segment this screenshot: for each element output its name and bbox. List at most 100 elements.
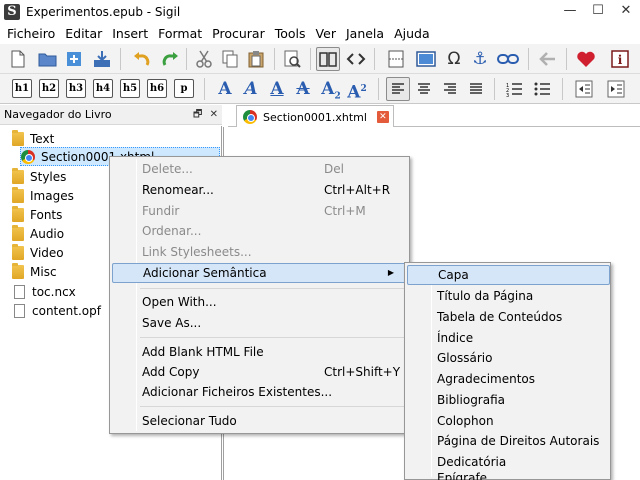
menu-add-semantics[interactable]: Adicionar Semântica ▶	[112, 263, 409, 283]
semantic-cover[interactable]: Capa	[407, 265, 610, 285]
tree-item-video[interactable]: Video	[12, 243, 64, 262]
save-download-icon[interactable]	[90, 47, 114, 71]
heading-h6-button[interactable]: h6	[147, 79, 167, 98]
menu-item-label: Link Stylesheets...	[142, 245, 252, 259]
menu-editar[interactable]: Editar	[60, 24, 107, 44]
omega-special-char-icon[interactable]: Ω	[442, 47, 466, 71]
editor-tab-bar: Section0001.xhtml ✕	[228, 105, 640, 128]
subscript-letter: A	[321, 79, 335, 99]
menu-procurar[interactable]: Procurar	[207, 24, 270, 44]
tree-item-toc[interactable]: toc.ncx	[14, 282, 76, 301]
back-arrow-icon[interactable]	[536, 47, 560, 71]
tree-item-text[interactable]: Text	[12, 129, 54, 148]
tree-item-content-opf[interactable]: content.opf	[14, 301, 101, 320]
redo-icon[interactable]	[158, 47, 182, 71]
menu-select-all[interactable]: Selecionar Tudo	[112, 411, 409, 431]
semantic-acknowledgements[interactable]: Agradecimentos	[407, 369, 610, 389]
new-file-icon[interactable]	[6, 47, 30, 71]
menu-format[interactable]: Format	[153, 24, 207, 44]
maximize-button[interactable]: ☐	[584, 0, 612, 24]
numbered-list-icon[interactable]: 123	[502, 77, 526, 101]
tree-item-styles[interactable]: Styles	[12, 167, 66, 186]
semantic-epigraph[interactable]: Epígrafe	[407, 471, 610, 480]
tab-section0001[interactable]: Section0001.xhtml ✕	[236, 105, 394, 128]
increase-indent-icon[interactable]	[604, 77, 628, 101]
paste-icon[interactable]	[244, 47, 268, 71]
semantic-toc[interactable]: Tabela de Conteúdos	[407, 307, 610, 327]
semantic-title-page[interactable]: Título da Página	[407, 286, 610, 306]
tree-item-label: Misc	[30, 264, 57, 279]
menu-add-copy[interactable]: Add Copy Ctrl+Shift+Y	[112, 362, 409, 382]
tree-item-audio[interactable]: Audio	[12, 224, 64, 243]
anchor-icon[interactable]: ⚓	[468, 47, 492, 71]
insert-image-icon[interactable]	[414, 47, 438, 71]
semantic-index[interactable]: Índice	[407, 328, 610, 348]
close-tab-icon[interactable]: ✕	[376, 111, 389, 123]
menu-ficheiro[interactable]: Ficheiro	[2, 24, 60, 44]
tree-item-images[interactable]: Images	[12, 186, 74, 205]
bullet-list-icon[interactable]	[530, 77, 554, 101]
sigil-app-icon[interactable]: S	[4, 4, 20, 20]
menu-janela[interactable]: Janela	[341, 24, 389, 44]
decrease-indent-icon[interactable]	[572, 77, 596, 101]
menu-merge[interactable]: Fundir Ctrl+M	[112, 201, 409, 221]
superscript-button[interactable]: A2	[346, 78, 368, 103]
heading-h3-button[interactable]: h3	[66, 79, 86, 98]
menu-add-blank-html[interactable]: Add Blank HTML File	[112, 342, 409, 362]
menu-rename[interactable]: Renomear... Ctrl+Alt+R	[112, 180, 409, 200]
align-center-icon[interactable]	[412, 77, 436, 101]
link-icon[interactable]	[496, 47, 520, 71]
paragraph-button[interactable]: p	[174, 79, 194, 98]
cut-icon[interactable]	[192, 47, 216, 71]
align-left-icon[interactable]	[386, 77, 410, 101]
heading-h4-button[interactable]: h4	[93, 79, 113, 98]
menu-add-existing-files[interactable]: Adicionar Ficheiros Existentes...	[112, 382, 409, 402]
heading-h5-button[interactable]: h5	[120, 79, 140, 98]
code-view-icon[interactable]	[344, 47, 368, 71]
align-right-icon[interactable]	[438, 77, 462, 101]
heading-h2-button[interactable]: h2	[39, 79, 59, 98]
preview-search-icon[interactable]	[280, 47, 304, 71]
align-justify-icon[interactable]	[464, 77, 488, 101]
menu-delete[interactable]: Delete... Del	[112, 159, 409, 179]
semantic-glossary[interactable]: Glossário	[407, 348, 610, 368]
chrome-icon	[21, 149, 35, 164]
minimize-button[interactable]: —	[556, 0, 584, 24]
copy-icon[interactable]	[218, 47, 242, 71]
folder-icon	[12, 243, 24, 260]
menu-save-as[interactable]: Save As...	[112, 313, 409, 333]
menu-sort[interactable]: Ordenar...	[112, 221, 409, 241]
semantic-colophon[interactable]: Colophon	[407, 411, 610, 431]
close-window-button[interactable]: ✕	[612, 0, 640, 24]
heading-h1-button[interactable]: h1	[12, 79, 32, 98]
menu-item-label: Save As...	[142, 316, 202, 330]
bold-button[interactable]: A	[214, 78, 236, 100]
underline-button[interactable]: A	[266, 78, 288, 100]
open-folder-icon[interactable]	[36, 47, 60, 71]
add-file-icon[interactable]	[62, 47, 86, 71]
semantic-copyright-page[interactable]: Página de Direitos Autorais	[407, 431, 610, 451]
semantic-bibliography[interactable]: Bibliografia	[407, 390, 610, 410]
tree-item-label: Images	[30, 188, 74, 203]
undo-icon[interactable]	[130, 47, 154, 71]
superscript-mark: 2	[360, 84, 367, 94]
semantic-dedication[interactable]: Dedicatória	[407, 452, 610, 472]
split-icon[interactable]	[384, 47, 408, 71]
strikethrough-button[interactable]: A	[292, 78, 314, 100]
subscript-button[interactable]: A2	[320, 78, 342, 101]
menu-link-stylesheets[interactable]: Link Stylesheets...	[112, 242, 409, 262]
menu-tools[interactable]: Tools	[270, 24, 311, 44]
heart-icon[interactable]	[574, 47, 598, 71]
menu-insert[interactable]: Insert	[107, 24, 153, 44]
menu-open-with[interactable]: Open With...	[112, 292, 409, 312]
menu-ajuda[interactable]: Ajuda	[389, 24, 435, 44]
tree-item-fonts[interactable]: Fonts	[12, 205, 62, 224]
info-icon[interactable]: i	[608, 47, 632, 71]
float-panel-icon[interactable]: 🗗	[193, 109, 202, 120]
menu-item-label: Renomear...	[142, 183, 214, 197]
close-panel-icon[interactable]: ✕	[210, 109, 218, 120]
italic-button[interactable]: A	[240, 78, 262, 100]
tree-item-misc[interactable]: Misc	[12, 262, 57, 281]
menu-ver[interactable]: Ver	[311, 24, 341, 44]
book-view-icon[interactable]	[316, 47, 340, 71]
